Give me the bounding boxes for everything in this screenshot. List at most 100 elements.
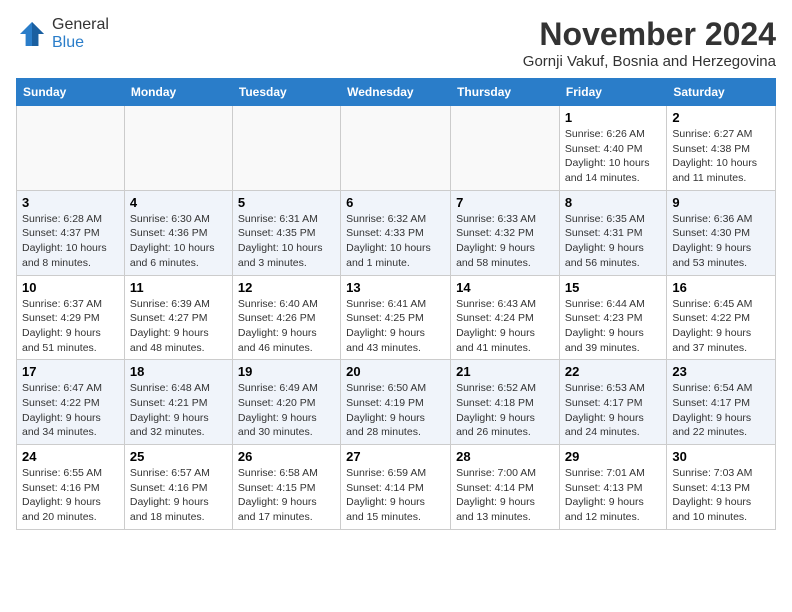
calendar-cell: 22 Sunrise: 6:53 AM Sunset: 4:17 PM Dayli…: [559, 360, 666, 445]
calendar-cell: [232, 106, 340, 191]
day-info: Sunrise: 6:32 AM Sunset: 4:33 PM Dayligh…: [346, 212, 445, 271]
calendar-cell: 1 Sunrise: 6:26 AM Sunset: 4:40 PM Daylig…: [559, 106, 666, 191]
calendar-header-friday: Friday: [559, 79, 666, 106]
day-info: Sunrise: 6:50 AM Sunset: 4:19 PM Dayligh…: [346, 381, 445, 440]
day-info: Sunrise: 6:31 AM Sunset: 4:35 PM Dayligh…: [238, 212, 335, 271]
day-number: 5: [238, 195, 335, 210]
calendar-cell: 13 Sunrise: 6:41 AM Sunset: 4:25 PM Dayli…: [341, 275, 451, 360]
calendar-cell: 24 Sunrise: 6:55 AM Sunset: 4:16 PM Dayli…: [17, 445, 125, 530]
calendar-cell: [17, 106, 125, 191]
title-area: November 2024 Gornji Vakuf, Bosnia and H…: [523, 16, 776, 70]
day-number: 2: [672, 110, 770, 125]
calendar-cell: 5 Sunrise: 6:31 AM Sunset: 4:35 PM Daylig…: [232, 190, 340, 275]
day-number: 15: [565, 280, 661, 295]
calendar-cell: 3 Sunrise: 6:28 AM Sunset: 4:37 PM Daylig…: [17, 190, 125, 275]
day-number: 12: [238, 280, 335, 295]
logo-text: General Blue: [52, 16, 109, 52]
calendar-week-row: 1 Sunrise: 6:26 AM Sunset: 4:40 PM Daylig…: [17, 106, 776, 191]
day-number: 21: [456, 364, 554, 379]
calendar-header-sunday: Sunday: [17, 79, 125, 106]
day-number: 28: [456, 449, 554, 464]
calendar-cell: 2 Sunrise: 6:27 AM Sunset: 4:38 PM Daylig…: [667, 106, 776, 191]
calendar-cell: 21 Sunrise: 6:52 AM Sunset: 4:18 PM Dayli…: [451, 360, 560, 445]
day-info: Sunrise: 6:27 AM Sunset: 4:38 PM Dayligh…: [672, 127, 770, 186]
month-title: November 2024: [523, 16, 776, 53]
day-info: Sunrise: 6:54 AM Sunset: 4:17 PM Dayligh…: [672, 381, 770, 440]
calendar-cell: 8Sunrise: 6:35 AM Sunset: 4:31 PM Daylig…: [559, 190, 666, 275]
day-number: 8: [565, 195, 661, 210]
day-number: 22: [565, 364, 661, 379]
calendar-week-row: 17 Sunrise: 6:47 AM Sunset: 4:22 PM Dayli…: [17, 360, 776, 445]
calendar: SundayMondayTuesdayWednesdayThursdayFrid…: [16, 78, 776, 530]
day-number: 9: [672, 195, 770, 210]
calendar-cell: 26 Sunrise: 6:58 AM Sunset: 4:15 PM Dayli…: [232, 445, 340, 530]
calendar-header-row: SundayMondayTuesdayWednesdayThursdayFrid…: [17, 79, 776, 106]
day-info: Sunrise: 6:41 AM Sunset: 4:25 PM Dayligh…: [346, 297, 445, 356]
day-number: 3: [22, 195, 119, 210]
calendar-cell: 20 Sunrise: 6:50 AM Sunset: 4:19 PM Dayli…: [341, 360, 451, 445]
calendar-cell: 18Sunrise: 6:48 AM Sunset: 4:21 PM Dayli…: [124, 360, 232, 445]
calendar-cell: 17 Sunrise: 6:47 AM Sunset: 4:22 PM Dayli…: [17, 360, 125, 445]
day-info: Sunrise: 6:59 AM Sunset: 4:14 PM Dayligh…: [346, 466, 445, 525]
location-title: Gornji Vakuf, Bosnia and Herzegovina: [523, 53, 776, 70]
calendar-cell: 7 Sunrise: 6:33 AM Sunset: 4:32 PM Daylig…: [451, 190, 560, 275]
day-number: 7: [456, 195, 554, 210]
logo-icon: [16, 18, 48, 50]
calendar-week-row: 3 Sunrise: 6:28 AM Sunset: 4:37 PM Daylig…: [17, 190, 776, 275]
day-info: Sunrise: 6:30 AM Sunset: 4:36 PM Dayligh…: [130, 212, 227, 271]
day-info: Sunrise: 6:43 AM Sunset: 4:24 PM Dayligh…: [456, 297, 554, 356]
day-info: Sunrise: 6:26 AM Sunset: 4:40 PM Dayligh…: [565, 127, 661, 186]
day-info: Sunrise: 7:00 AM Sunset: 4:14 PM Dayligh…: [456, 466, 554, 525]
day-number: 25: [130, 449, 227, 464]
day-info: Sunrise: 6:36 AM Sunset: 4:30 PM Dayligh…: [672, 212, 770, 271]
day-info: Sunrise: 6:37 AM Sunset: 4:29 PM Dayligh…: [22, 297, 119, 356]
calendar-week-row: 24 Sunrise: 6:55 AM Sunset: 4:16 PM Dayli…: [17, 445, 776, 530]
day-info: Sunrise: 6:57 AM Sunset: 4:16 PM Dayligh…: [130, 466, 227, 525]
day-number: 17: [22, 364, 119, 379]
day-info: Sunrise: 6:55 AM Sunset: 4:16 PM Dayligh…: [22, 466, 119, 525]
logo: General Blue: [16, 16, 109, 52]
calendar-header-saturday: Saturday: [667, 79, 776, 106]
calendar-cell: [451, 106, 560, 191]
day-info: Sunrise: 6:40 AM Sunset: 4:26 PM Dayligh…: [238, 297, 335, 356]
day-info: Sunrise: 6:52 AM Sunset: 4:18 PM Dayligh…: [456, 381, 554, 440]
calendar-header-tuesday: Tuesday: [232, 79, 340, 106]
day-number: 13: [346, 280, 445, 295]
day-number: 19: [238, 364, 335, 379]
calendar-cell: 4 Sunrise: 6:30 AM Sunset: 4:36 PM Daylig…: [124, 190, 232, 275]
calendar-header-wednesday: Wednesday: [341, 79, 451, 106]
day-number: 1: [565, 110, 661, 125]
calendar-week-row: 10Sunrise: 6:37 AM Sunset: 4:29 PM Dayli…: [17, 275, 776, 360]
day-number: 6: [346, 195, 445, 210]
calendar-cell: 30 Sunrise: 7:03 AM Sunset: 4:13 PM Dayli…: [667, 445, 776, 530]
calendar-cell: 12 Sunrise: 6:40 AM Sunset: 4:26 PM Dayli…: [232, 275, 340, 360]
calendar-cell: 6 Sunrise: 6:32 AM Sunset: 4:33 PM Daylig…: [341, 190, 451, 275]
calendar-cell: 19 Sunrise: 6:49 AM Sunset: 4:20 PM Dayli…: [232, 360, 340, 445]
day-info: Sunrise: 6:44 AM Sunset: 4:23 PM Dayligh…: [565, 297, 661, 356]
day-info: Sunrise: 6:49 AM Sunset: 4:20 PM Dayligh…: [238, 381, 335, 440]
day-info: Sunrise: 6:47 AM Sunset: 4:22 PM Dayligh…: [22, 381, 119, 440]
day-number: 24: [22, 449, 119, 464]
day-info: Sunrise: 6:53 AM Sunset: 4:17 PM Dayligh…: [565, 381, 661, 440]
day-number: 26: [238, 449, 335, 464]
calendar-cell: 16 Sunrise: 6:45 AM Sunset: 4:22 PM Dayli…: [667, 275, 776, 360]
calendar-cell: 9 Sunrise: 6:36 AM Sunset: 4:30 PM Daylig…: [667, 190, 776, 275]
day-info: Sunrise: 6:45 AM Sunset: 4:22 PM Dayligh…: [672, 297, 770, 356]
calendar-cell: 25 Sunrise: 6:57 AM Sunset: 4:16 PM Dayli…: [124, 445, 232, 530]
calendar-cell: 28 Sunrise: 7:00 AM Sunset: 4:14 PM Dayli…: [451, 445, 560, 530]
day-info: Sunrise: 6:28 AM Sunset: 4:37 PM Dayligh…: [22, 212, 119, 271]
day-info: Sunrise: 6:33 AM Sunset: 4:32 PM Dayligh…: [456, 212, 554, 271]
day-number: 4: [130, 195, 227, 210]
day-number: 16: [672, 280, 770, 295]
day-number: 20: [346, 364, 445, 379]
calendar-cell: [124, 106, 232, 191]
day-number: 30: [672, 449, 770, 464]
day-info: Sunrise: 6:58 AM Sunset: 4:15 PM Dayligh…: [238, 466, 335, 525]
day-info: Sunrise: 7:03 AM Sunset: 4:13 PM Dayligh…: [672, 466, 770, 525]
calendar-cell: 29Sunrise: 7:01 AM Sunset: 4:13 PM Dayli…: [559, 445, 666, 530]
logo-blue-text: Blue: [52, 34, 109, 52]
calendar-header-thursday: Thursday: [451, 79, 560, 106]
calendar-cell: 10Sunrise: 6:37 AM Sunset: 4:29 PM Dayli…: [17, 275, 125, 360]
day-info: Sunrise: 6:39 AM Sunset: 4:27 PM Dayligh…: [130, 297, 227, 356]
calendar-cell: 11Sunrise: 6:39 AM Sunset: 4:27 PM Dayli…: [124, 275, 232, 360]
